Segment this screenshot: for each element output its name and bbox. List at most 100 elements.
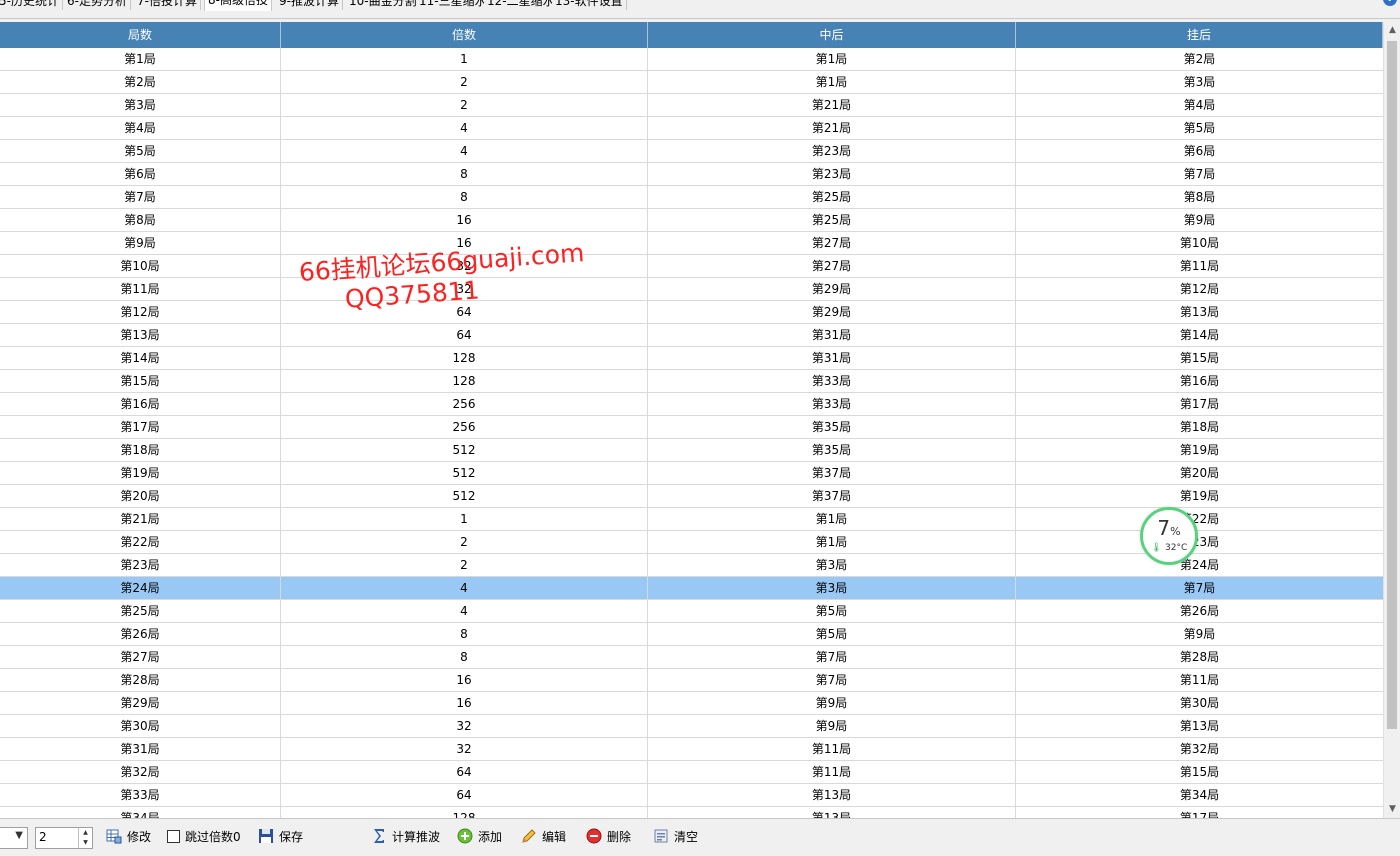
cell-round[interactable]: 第22局 [0, 531, 281, 553]
edit-button[interactable]: 编辑 [521, 827, 566, 847]
table-row[interactable]: 第19局 512 第37局 第20局 [0, 462, 1383, 485]
cell-after-loss[interactable]: 第14局 [1016, 324, 1383, 346]
cell-round[interactable]: 第6局 [0, 163, 281, 185]
cell-after-loss[interactable]: 第23局 [1016, 531, 1383, 553]
cell-multiplier[interactable]: 1 [281, 48, 648, 70]
header-after-win[interactable]: 中后 [648, 22, 1016, 48]
cell-after-win[interactable]: 第9局 [648, 692, 1016, 714]
tab-11[interactable]: 11-三星缩水 [416, 0, 491, 10]
table-row[interactable]: 第28局 16 第7局 第11局 [0, 669, 1383, 692]
cell-round[interactable]: 第10局 [0, 255, 281, 277]
cell-round[interactable]: 第20局 [0, 485, 281, 507]
cell-after-loss[interactable]: 第20局 [1016, 462, 1383, 484]
cell-after-loss[interactable]: 第19局 [1016, 439, 1383, 461]
skip-zero-checkbox[interactable]: 跳过倍数0 [167, 827, 241, 847]
cell-round[interactable]: 第3局 [0, 94, 281, 116]
cell-after-loss[interactable]: 第15局 [1016, 347, 1383, 369]
table-row[interactable]: 第14局 128 第31局 第15局 [0, 347, 1383, 370]
cell-after-win[interactable]: 第7局 [648, 669, 1016, 691]
vertical-scrollbar[interactable]: ▲ ▼ [1383, 22, 1400, 818]
cell-round[interactable]: 第16局 [0, 393, 281, 415]
clear-button[interactable]: 清空 [653, 827, 698, 847]
cell-multiplier[interactable]: 8 [281, 186, 648, 208]
table-row[interactable]: 第31局 32 第11局 第32局 [0, 738, 1383, 761]
tab-8[interactable]: 8-高级倍投 [204, 0, 272, 11]
table-row[interactable]: 第18局 512 第35局 第19局 [0, 439, 1383, 462]
save-button[interactable]: 保存 [258, 827, 303, 847]
cell-after-loss[interactable]: 第19局 [1016, 485, 1383, 507]
mode-dropdown[interactable]: ▼ [0, 827, 28, 849]
table-row[interactable]: 第29局 16 第9局 第30局 [0, 692, 1383, 715]
cell-round[interactable]: 第24局 [0, 577, 281, 599]
cell-round[interactable]: 第30局 [0, 715, 281, 737]
cell-after-win[interactable]: 第29局 [648, 278, 1016, 300]
cpu-monitor-widget[interactable]: 7% 🌡 32°C [1140, 507, 1198, 565]
cell-after-win[interactable]: 第13局 [648, 807, 1016, 818]
cell-after-loss[interactable]: 第11局 [1016, 255, 1383, 277]
cell-round[interactable]: 第25局 [0, 600, 281, 622]
cell-after-loss[interactable]: 第13局 [1016, 301, 1383, 323]
cell-after-loss[interactable]: 第15局 [1016, 761, 1383, 783]
cell-multiplier[interactable]: 16 [281, 209, 648, 231]
cell-after-loss[interactable]: 第5局 [1016, 117, 1383, 139]
cell-after-loss[interactable]: 第17局 [1016, 807, 1383, 818]
calc-wave-button[interactable]: 计算推波 [371, 827, 440, 847]
table-row[interactable]: 第15局 128 第33局 第16局 [0, 370, 1383, 393]
cell-round[interactable]: 第23局 [0, 554, 281, 576]
cell-multiplier[interactable]: 2 [281, 94, 648, 116]
cell-multiplier[interactable]: 128 [281, 347, 648, 369]
cell-after-win[interactable]: 第13局 [648, 784, 1016, 806]
table-row[interactable]: 第11局 32 第29局 第12局 [0, 278, 1383, 301]
cell-after-loss[interactable]: 第12局 [1016, 278, 1383, 300]
cell-after-win[interactable]: 第7局 [648, 646, 1016, 668]
data-grid[interactable]: 局数 倍数 中后 挂后 第1局 1 第1局 第2局 第2局 2 第1局 第3局 第3局 2 第21局… [0, 22, 1383, 818]
cell-after-loss[interactable]: 第26局 [1016, 600, 1383, 622]
multiplier-stepper[interactable]: 2 ▲ ▼ [35, 827, 93, 849]
cell-multiplier[interactable]: 2 [281, 71, 648, 93]
cell-round[interactable]: 第5局 [0, 140, 281, 162]
cell-multiplier[interactable]: 256 [281, 393, 648, 415]
cell-after-loss[interactable]: 第4局 [1016, 94, 1383, 116]
cell-after-win[interactable]: 第37局 [648, 462, 1016, 484]
cell-after-loss[interactable]: 第28局 [1016, 646, 1383, 668]
cell-after-loss[interactable]: 第16局 [1016, 370, 1383, 392]
cell-after-win[interactable]: 第27局 [648, 255, 1016, 277]
cell-round[interactable]: 第27局 [0, 646, 281, 668]
cell-round[interactable]: 第29局 [0, 692, 281, 714]
cell-multiplier[interactable]: 512 [281, 485, 648, 507]
cell-multiplier[interactable]: 512 [281, 439, 648, 461]
table-row[interactable]: 第7局 8 第25局 第8局 [0, 186, 1383, 209]
cell-after-win[interactable]: 第35局 [648, 416, 1016, 438]
cell-after-win[interactable]: 第11局 [648, 761, 1016, 783]
table-row[interactable]: 第4局 4 第21局 第5局 [0, 117, 1383, 140]
cell-after-win[interactable]: 第33局 [648, 393, 1016, 415]
cell-after-win[interactable]: 第21局 [648, 117, 1016, 139]
cell-multiplier[interactable]: 4 [281, 140, 648, 162]
cell-round[interactable]: 第32局 [0, 761, 281, 783]
checkbox-icon[interactable] [167, 830, 180, 843]
cell-round[interactable]: 第4局 [0, 117, 281, 139]
cell-after-win[interactable]: 第37局 [648, 485, 1016, 507]
header-after-loss[interactable]: 挂后 [1016, 22, 1383, 48]
cell-after-win[interactable]: 第9局 [648, 715, 1016, 737]
cell-multiplier[interactable]: 64 [281, 784, 648, 806]
cell-after-loss[interactable]: 第24局 [1016, 554, 1383, 576]
cell-after-loss[interactable]: 第30局 [1016, 692, 1383, 714]
table-row[interactable]: 第8局 16 第25局 第9局 [0, 209, 1383, 232]
cell-after-win[interactable]: 第3局 [648, 554, 1016, 576]
tab-12[interactable]: 12-二星缩水 [484, 0, 559, 10]
cell-multiplier[interactable]: 2 [281, 554, 648, 576]
cell-round[interactable]: 第11局 [0, 278, 281, 300]
table-row[interactable]: 第3局 2 第21局 第4局 [0, 94, 1383, 117]
cell-multiplier[interactable]: 16 [281, 692, 648, 714]
stepper-arrows[interactable]: ▲ ▼ [78, 828, 92, 848]
scroll-thumb[interactable] [1387, 41, 1397, 729]
cell-multiplier[interactable]: 8 [281, 623, 648, 645]
cell-after-loss[interactable]: 第3局 [1016, 71, 1383, 93]
tab-13[interactable]: 13-软件设置 [552, 0, 627, 10]
cell-round[interactable]: 第1局 [0, 48, 281, 70]
table-row[interactable]: 第5局 4 第23局 第6局 [0, 140, 1383, 163]
cell-multiplier[interactable]: 1 [281, 508, 648, 530]
table-row[interactable]: 第25局 4 第5局 第26局 [0, 600, 1383, 623]
table-row[interactable]: 第12局 64 第29局 第13局 [0, 301, 1383, 324]
